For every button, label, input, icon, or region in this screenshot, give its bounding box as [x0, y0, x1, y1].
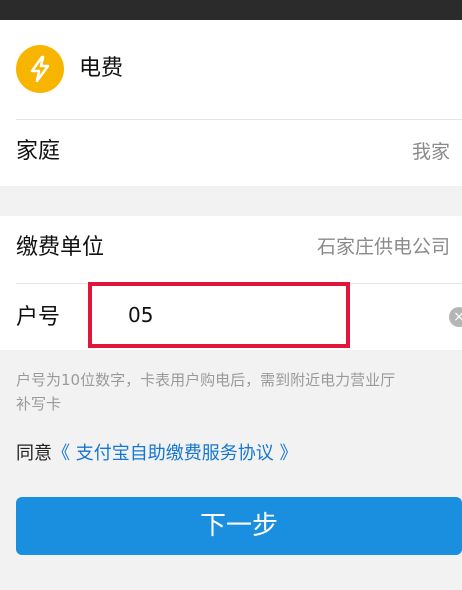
account-hint-line: 户号为10位数字，卡表用户购电后，需到附近电力营业厅: [16, 371, 396, 389]
lightning-bolt-icon: [16, 45, 64, 93]
divider: [16, 119, 462, 120]
account-label: 户号: [16, 305, 61, 330]
account-hint: 户号为10位数字，卡表用户购电后，需到附近电力营业厅 补写卡: [16, 368, 462, 416]
agreement: 同意《 支付宝自助缴费服务协议 》: [16, 441, 297, 467]
next-step-button[interactable]: 下一步: [16, 497, 462, 555]
service-title: 电费: [79, 56, 124, 81]
agreement-link[interactable]: 《 支付宝自助缴费服务协议 》: [52, 443, 297, 464]
clear-icon[interactable]: ×: [449, 307, 462, 327]
payment-unit-label: 缴费单位: [16, 235, 105, 260]
service-card: 电费 家庭 我家: [0, 20, 462, 186]
payment-unit-value: 石家庄供电公司: [316, 236, 450, 258]
household-value: 我家: [411, 141, 450, 163]
account-card: 缴费单位 石家庄供电公司 户号 ×: [0, 216, 462, 350]
agreement-prefix: 同意: [16, 443, 52, 464]
status-bar: [0, 0, 462, 20]
household-label: 家庭: [16, 139, 61, 164]
account-number-input[interactable]: [88, 282, 350, 348]
account-hint-line: 补写卡: [16, 395, 62, 413]
